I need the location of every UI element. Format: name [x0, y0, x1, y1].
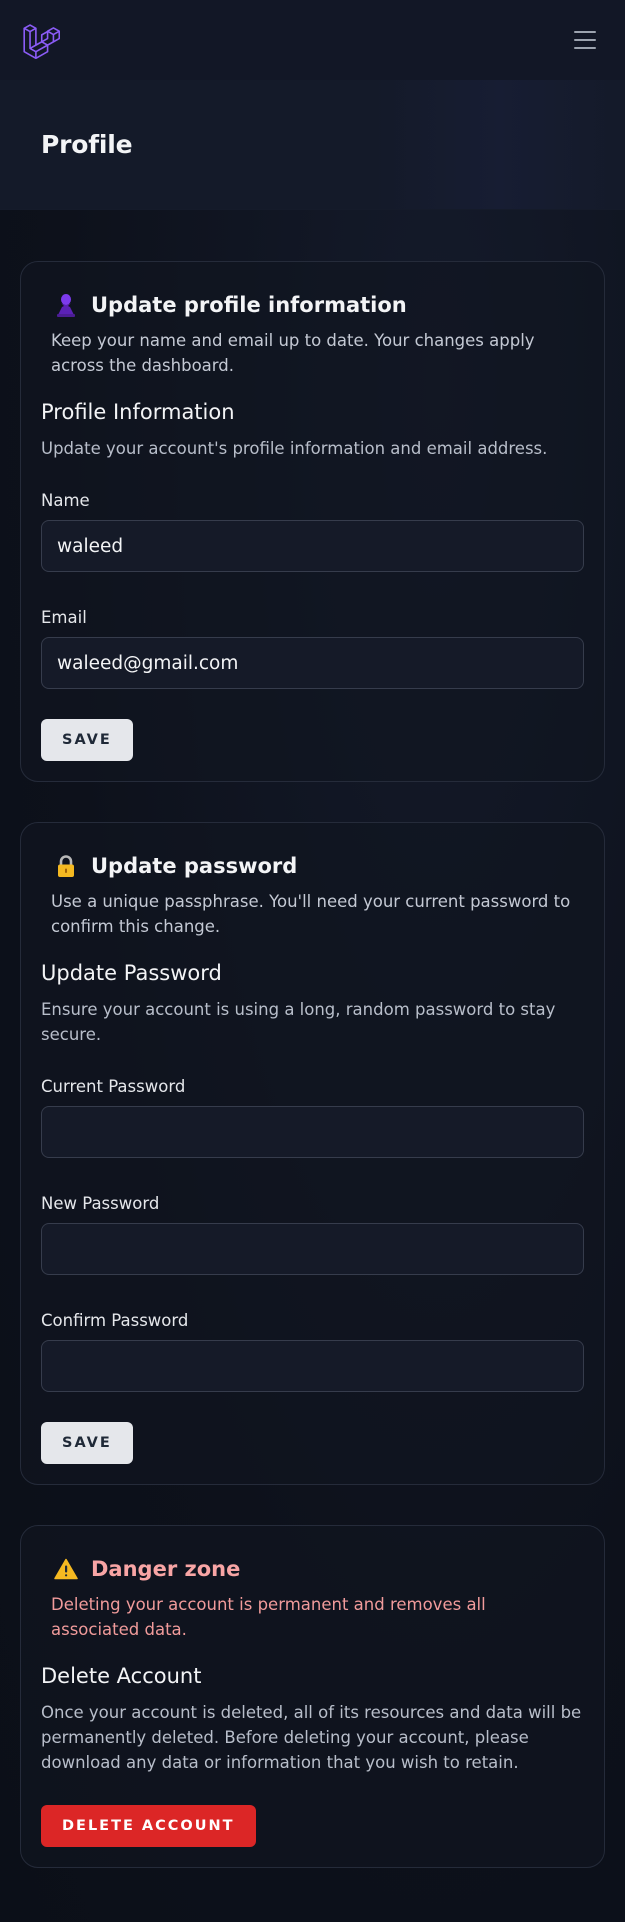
section-title: Update Password — [41, 961, 222, 985]
new-password-label: New Password — [41, 1194, 160, 1213]
hamburger-line — [574, 31, 596, 33]
lock-icon — [53, 853, 79, 879]
page-header: Profile — [0, 80, 625, 210]
email-field-group: Email — [41, 608, 584, 689]
current-password-field-group: Current Password — [41, 1077, 584, 1158]
current-password-label: Current Password — [41, 1077, 186, 1096]
main-content: Update profile information Keep your nam… — [0, 210, 625, 1868]
top-navigation — [0, 0, 625, 80]
name-label: Name — [41, 491, 90, 510]
app-root: Profile Update profile information Keep … — [0, 0, 625, 1922]
page-title: Profile — [41, 130, 133, 159]
logo-link[interactable] — [22, 21, 60, 59]
hamburger-menu-icon[interactable] — [567, 22, 603, 58]
delete-account-button[interactable]: DELETE ACCOUNT — [41, 1805, 256, 1847]
save-password-button[interactable]: SAVE — [41, 1422, 133, 1464]
profile-information-card: Update profile information Keep your nam… — [20, 261, 605, 782]
card-description: Keep your name and email up to date. You… — [51, 331, 535, 375]
card-header: Update password — [41, 853, 584, 879]
hamburger-line — [574, 39, 596, 41]
card-header: Danger zone — [41, 1556, 584, 1582]
card-description: Use a unique passphrase. You'll need you… — [51, 892, 571, 936]
update-password-card: Update password Use a unique passphrase.… — [20, 822, 605, 1485]
new-password-input[interactable] — [41, 1223, 584, 1275]
confirm-password-label: Confirm Password — [41, 1311, 189, 1330]
name-field-group: Name — [41, 491, 584, 572]
current-password-input[interactable] — [41, 1106, 584, 1158]
hamburger-line — [574, 47, 596, 49]
section-title: Profile Information — [41, 400, 235, 424]
card-header: Update profile information — [41, 292, 584, 318]
section-title: Delete Account — [41, 1664, 202, 1688]
confirm-password-input[interactable] — [41, 1340, 584, 1392]
confirm-password-field-group: Confirm Password — [41, 1311, 584, 1392]
card-description: Deleting your account is permanent and r… — [51, 1595, 486, 1639]
email-label: Email — [41, 608, 87, 627]
section-description: Update your account's profile informatio… — [41, 439, 548, 458]
card-title: Update password — [91, 854, 298, 878]
name-input[interactable] — [41, 520, 584, 572]
warning-icon — [53, 1556, 79, 1582]
user-silhouette-icon — [53, 292, 79, 318]
new-password-field-group: New Password — [41, 1194, 584, 1275]
save-profile-button[interactable]: SAVE — [41, 719, 133, 761]
card-title: Update profile information — [91, 293, 407, 317]
card-title: Danger zone — [91, 1557, 241, 1581]
danger-zone-card: Danger zone Deleting your account is per… — [20, 1525, 605, 1868]
section-description: Ensure your account is using a long, ran… — [41, 1000, 556, 1044]
section-description: Once your account is deleted, all of its… — [41, 1703, 582, 1772]
email-input[interactable] — [41, 637, 584, 689]
laravel-logo-icon — [23, 24, 60, 59]
